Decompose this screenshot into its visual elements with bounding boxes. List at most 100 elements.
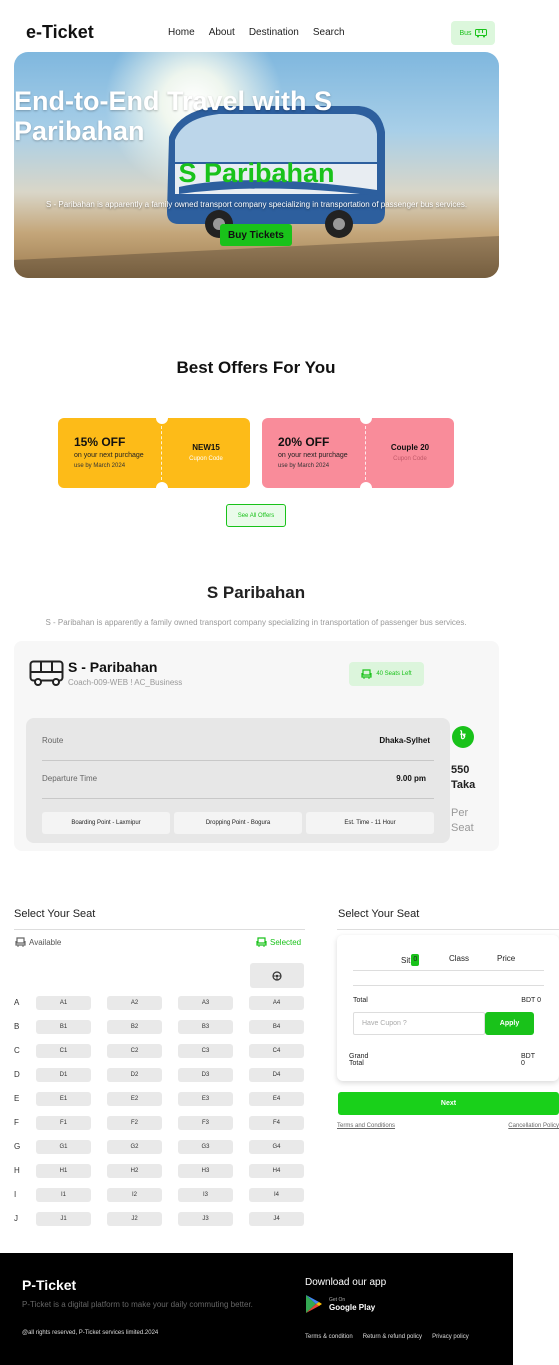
seat-c3[interactable]: C3 bbox=[178, 1044, 233, 1058]
seat-d1[interactable]: D1 bbox=[36, 1068, 91, 1082]
seat-g1[interactable]: G1 bbox=[36, 1140, 91, 1154]
operator-description: S - Paribahan is apparently a family own… bbox=[45, 618, 467, 627]
seat-i1[interactable]: I1 bbox=[36, 1188, 91, 1202]
nav-home[interactable]: Home bbox=[168, 27, 195, 38]
logo[interactable]: e-Ticket bbox=[26, 22, 94, 43]
seat-a3[interactable]: A3 bbox=[178, 996, 233, 1010]
google-play-button[interactable]: Get On Google Play bbox=[305, 1294, 375, 1314]
coupon-notch bbox=[156, 418, 168, 424]
seat-g4[interactable]: G4 bbox=[249, 1140, 304, 1154]
seat-j1[interactable]: J1 bbox=[36, 1212, 91, 1226]
bus-icon bbox=[474, 28, 487, 37]
seat-h4[interactable]: H4 bbox=[249, 1164, 304, 1178]
coupon-percent: 20% OFF bbox=[278, 435, 330, 449]
footer-logo[interactable]: P-Ticket bbox=[22, 1277, 76, 1293]
footer-description: P-Ticket is a digital platform to make y… bbox=[22, 1300, 253, 1309]
coupon-code-label: Cupon Code bbox=[393, 456, 427, 462]
seat-b4[interactable]: B4 bbox=[249, 1020, 304, 1034]
seat-i2[interactable]: I2 bbox=[107, 1188, 162, 1202]
taka-icon: ৳ bbox=[452, 726, 474, 748]
seat-f1[interactable]: F1 bbox=[36, 1116, 91, 1130]
seat-a1[interactable]: A1 bbox=[36, 996, 91, 1010]
seat-c1[interactable]: C1 bbox=[36, 1044, 91, 1058]
seat-h3[interactable]: H3 bbox=[178, 1164, 233, 1178]
seat-row-label: J bbox=[14, 1214, 18, 1223]
seat-j3[interactable]: J3 bbox=[178, 1212, 233, 1226]
seat-e3[interactable]: E3 bbox=[178, 1092, 233, 1106]
grand-label-line: Total bbox=[349, 1060, 364, 1067]
terms-link[interactable]: Terms and Conditions bbox=[337, 1123, 395, 1129]
seat-e1[interactable]: E1 bbox=[36, 1092, 91, 1106]
refund-policy-link[interactable]: Return & refund policy bbox=[363, 1334, 422, 1340]
seat-i4[interactable]: I4 bbox=[249, 1188, 304, 1202]
bus-button[interactable]: Bus bbox=[451, 21, 495, 45]
seat-g3[interactable]: G3 bbox=[178, 1140, 233, 1154]
coupon-line: on your next purchage bbox=[74, 452, 144, 459]
summary-title: Select Your Seat bbox=[338, 908, 420, 920]
seat-e2[interactable]: E2 bbox=[107, 1092, 162, 1106]
seat-row-label: E bbox=[14, 1094, 20, 1103]
seat-j4[interactable]: J4 bbox=[249, 1212, 304, 1226]
class-header: Class bbox=[449, 954, 470, 963]
coupon-notch bbox=[360, 482, 372, 488]
bus-icon bbox=[29, 660, 64, 686]
seat-row-label: G bbox=[14, 1142, 21, 1151]
terms-condition-link[interactable]: Terms & condition bbox=[305, 1334, 353, 1340]
total-label: Total bbox=[353, 997, 368, 1004]
hero-title: End-to-End Travel with S Paribahan bbox=[14, 86, 333, 146]
seat-b1[interactable]: B1 bbox=[36, 1020, 91, 1034]
google-play-text: Get On Google Play bbox=[329, 1297, 375, 1312]
seat-e4[interactable]: E4 bbox=[249, 1092, 304, 1106]
seat-a4[interactable]: A4 bbox=[249, 996, 304, 1010]
download-title: Download our app bbox=[305, 1277, 387, 1288]
seat-d2[interactable]: D2 bbox=[107, 1068, 162, 1082]
seat-a2[interactable]: A2 bbox=[107, 996, 162, 1010]
seat-f4[interactable]: F4 bbox=[249, 1116, 304, 1130]
seat-g2[interactable]: G2 bbox=[107, 1140, 162, 1154]
next-button[interactable]: Next bbox=[338, 1092, 559, 1115]
divider bbox=[353, 985, 544, 986]
see-all-offers-button[interactable]: See All Offers bbox=[226, 504, 286, 527]
seat-i3[interactable]: I3 bbox=[178, 1188, 233, 1202]
seat-d4[interactable]: D4 bbox=[249, 1068, 304, 1082]
departure-label: Departure Time bbox=[42, 774, 98, 783]
seat-c2[interactable]: C2 bbox=[107, 1044, 162, 1058]
divider bbox=[353, 970, 544, 971]
coupon-percent: 15% OFF bbox=[74, 435, 126, 449]
apply-button[interactable]: Apply bbox=[485, 1012, 534, 1035]
route-label: Route bbox=[42, 736, 64, 745]
seat-row-label: F bbox=[14, 1118, 19, 1127]
cancellation-link[interactable]: Cancellation Policy bbox=[508, 1123, 559, 1129]
coupon-code: NEW15 bbox=[192, 443, 220, 452]
nav-about[interactable]: About bbox=[209, 27, 235, 38]
seat-f2[interactable]: F2 bbox=[107, 1116, 162, 1130]
seat-d3[interactable]: D3 bbox=[178, 1068, 233, 1082]
nav-destination[interactable]: Destination bbox=[249, 27, 299, 38]
seat-b3[interactable]: B3 bbox=[178, 1020, 233, 1034]
buy-tickets-button[interactable]: Buy Tickets bbox=[220, 224, 292, 246]
offers-title: Best Offers For You bbox=[176, 358, 336, 377]
operator-title: S Paribahan bbox=[206, 583, 306, 602]
seat-b2[interactable]: B2 bbox=[107, 1020, 162, 1034]
seat-f3[interactable]: F3 bbox=[178, 1116, 233, 1130]
seat-c4[interactable]: C4 bbox=[249, 1044, 304, 1058]
hero-description: S - Paribahan is apparently a family own… bbox=[45, 200, 468, 209]
coupon-expiry: use by March 2024 bbox=[74, 463, 126, 469]
coupon-code-label: Cupon Code bbox=[189, 456, 223, 462]
seat-icon bbox=[256, 937, 267, 947]
nav-search[interactable]: Search bbox=[313, 27, 345, 38]
price: 550 Taka bbox=[451, 764, 476, 791]
seat-j2[interactable]: J2 bbox=[107, 1212, 162, 1226]
coupon-card[interactable]: 20% OFF on your next purchage use by Mar… bbox=[262, 418, 454, 488]
footer-links: Terms & condition Return & refund policy… bbox=[305, 1334, 469, 1340]
seat-row-label: A bbox=[14, 998, 20, 1007]
coupon-input[interactable]: Have Cupon ? bbox=[353, 1012, 485, 1035]
per-seat-label: Per Seat bbox=[451, 807, 474, 834]
seat-h1[interactable]: H1 bbox=[36, 1164, 91, 1178]
sit-label: Sit bbox=[401, 955, 411, 965]
coupon-code: Couple 20 bbox=[390, 443, 430, 452]
seat-row-label: D bbox=[14, 1070, 20, 1079]
coupon-card[interactable]: 15% OFF on your next purchage use by Mar… bbox=[58, 418, 250, 488]
seat-h2[interactable]: H2 bbox=[107, 1164, 162, 1178]
privacy-policy-link[interactable]: Privacy policy bbox=[432, 1334, 469, 1340]
